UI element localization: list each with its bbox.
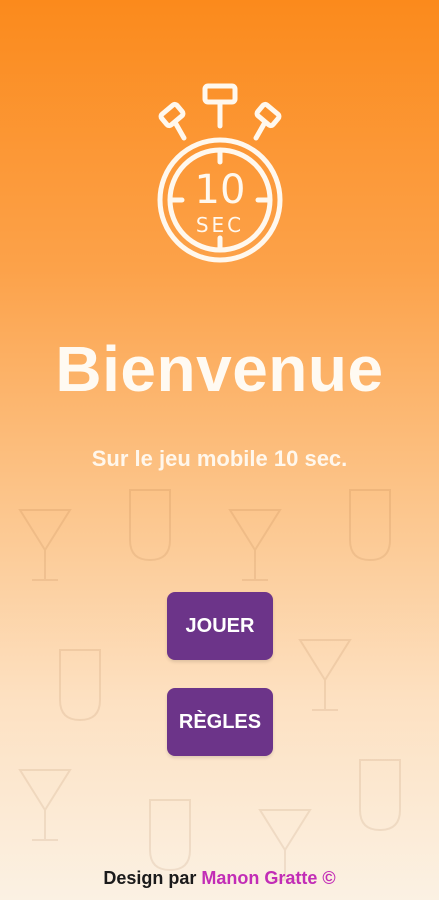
welcome-title: Bienvenue xyxy=(55,333,384,405)
stopwatch-logo: 10 SEC xyxy=(157,83,283,263)
welcome-subtitle: Sur le jeu mobile 10 sec. xyxy=(91,446,348,471)
footer-prefix: Design par xyxy=(103,868,197,888)
logo-number: 10 xyxy=(195,167,246,213)
play-button[interactable]: JOUER xyxy=(167,592,273,660)
rules-button[interactable]: RÈGLES xyxy=(167,688,273,756)
footer-credit: Design par Manon Gratte © xyxy=(0,866,439,890)
footer-author: Manon Gratte xyxy=(201,868,318,888)
background-pattern xyxy=(18,489,401,881)
logo-unit: SEC xyxy=(196,213,244,237)
copyright-symbol: © xyxy=(322,868,336,888)
